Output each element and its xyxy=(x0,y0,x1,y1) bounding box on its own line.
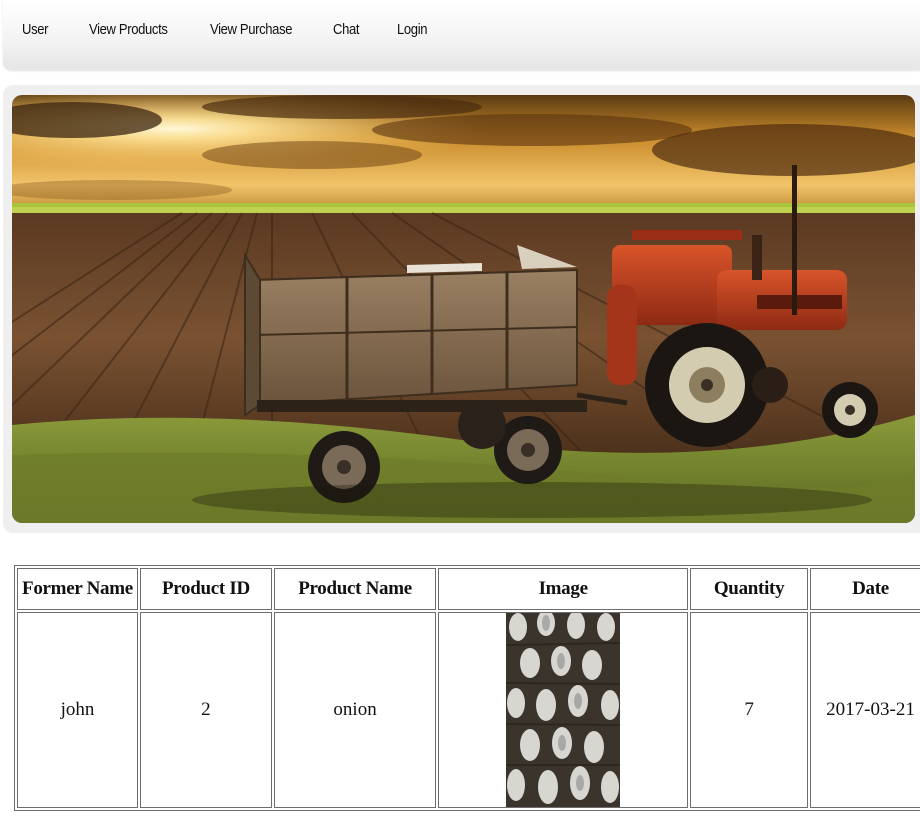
nav-item-chat: Chat xyxy=(333,22,397,38)
nav-link-view-purchase[interactable]: View Purchase xyxy=(210,22,321,38)
header-quantity: Quantity xyxy=(690,568,809,610)
onion-product-image xyxy=(506,610,621,807)
header-former-name: Former Name xyxy=(17,568,138,610)
cell-quantity: 7 xyxy=(690,612,809,808)
cell-product-name: onion xyxy=(273,612,437,808)
nav-item-view-products: View Products xyxy=(89,22,210,38)
table-row: john 2 onion 7 2017-03-21 xyxy=(17,610,920,808)
cell-former-name: john xyxy=(17,612,138,808)
nav-menu: User View Products View Purchase Chat Lo… xyxy=(22,22,457,38)
top-navbar: User View Products View Purchase Chat Lo… xyxy=(3,0,920,70)
nav-link-view-products[interactable]: View Products xyxy=(89,22,198,38)
header-date: Date xyxy=(810,568,920,610)
header-product-name: Product Name xyxy=(273,568,437,610)
nav-item-login: Login xyxy=(397,22,457,38)
products-table-wrap: Former Name Product ID Product Name Imag… xyxy=(14,565,920,811)
nav-link-login[interactable]: Login xyxy=(397,22,451,38)
table-header-row: Former Name Product ID Product Name Imag… xyxy=(17,568,920,610)
cell-date: 2017-03-21 xyxy=(810,612,920,808)
cell-image xyxy=(438,610,689,808)
nav-item-view-purchase: View Purchase xyxy=(210,22,333,38)
hero-banner-image xyxy=(12,95,915,523)
header-product-id: Product ID xyxy=(139,568,272,610)
nav-item-user: User xyxy=(22,22,89,38)
nav-link-user[interactable]: User xyxy=(22,22,82,38)
products-table: Former Name Product ID Product Name Imag… xyxy=(14,565,920,811)
header-image: Image xyxy=(438,568,689,610)
cell-product-id: 2 xyxy=(139,612,272,808)
nav-link-chat[interactable]: Chat xyxy=(333,22,391,38)
